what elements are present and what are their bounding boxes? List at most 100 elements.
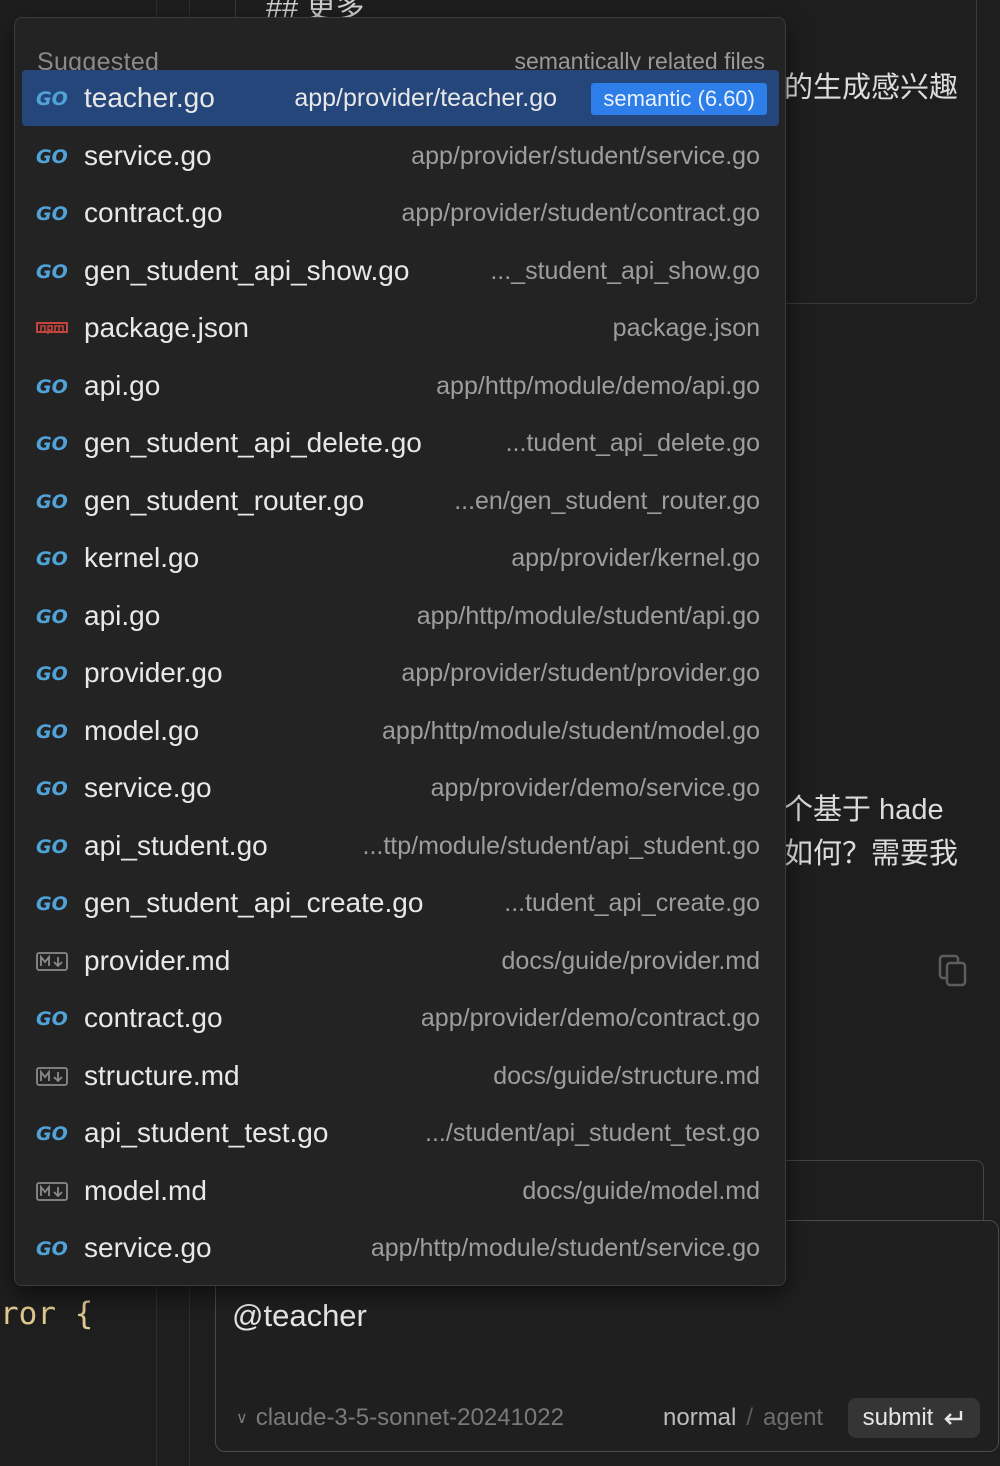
file-path: app/provider/student/service.go [411, 141, 760, 170]
suggestion-item[interactable]: GO teacher.go app/provider/teacher.go seman… [22, 70, 779, 126]
file-path: .../student/api_student_test.go [425, 1119, 760, 1147]
svg-text:GO: GO [36, 261, 68, 283]
suggestion-item[interactable]: GO api.go app/http/module/student/api.go [22, 588, 779, 644]
suggestion-item[interactable]: GO api_student.go ...ttp/module/student/ap… [22, 818, 779, 874]
go-icon: GO [36, 1235, 70, 1261]
mode-separator: / [746, 1404, 754, 1431]
suggestion-item[interactable]: structure.md docs/guide/structure.md [22, 1048, 779, 1104]
file-path: ...en/gen_student_router.go [454, 486, 760, 515]
svg-text:GO: GO [36, 1238, 68, 1260]
go-icon: GO [36, 1120, 70, 1146]
file-name: gen_student_api_show.go [84, 254, 410, 286]
model-selector[interactable]: ∨ claude-3-5-sonnet-20241022 [236, 1404, 564, 1432]
mode-toggle[interactable]: normal / agent [663, 1404, 823, 1432]
svg-text:GO: GO [36, 721, 68, 743]
file-name: service.go [84, 139, 212, 171]
file-name: package.json [84, 312, 250, 343]
go-icon: GO [36, 718, 70, 744]
submit-button[interactable]: submit [848, 1398, 980, 1438]
svg-text:GO: GO [36, 1123, 68, 1145]
file-name: gen_student_api_delete.go [84, 427, 422, 458]
npm-icon [36, 315, 70, 341]
go-icon: GO [36, 143, 70, 169]
svg-text:GO: GO [36, 88, 68, 110]
mode-agent-option[interactable]: agent [763, 1404, 823, 1432]
file-path: app/http/module/student/api.go [416, 601, 760, 630]
go-icon: GO [36, 1005, 70, 1031]
file-path: ...tudent_api_delete.go [505, 429, 760, 457]
file-path: package.json [612, 314, 760, 342]
file-name: api.go [84, 369, 161, 401]
semantic-score-badge: semantic (6.60) [591, 83, 767, 115]
svg-text:GO: GO [36, 893, 68, 915]
response-text-line: 如何？需要我 [784, 838, 959, 870]
file-path: app/provider/demo/service.go [430, 774, 760, 802]
file-path: docs/guide/model.md [522, 1176, 760, 1205]
copy-icon[interactable] [938, 954, 968, 988]
file-name: kernel.go [84, 542, 200, 573]
go-icon: GO [36, 488, 70, 514]
file-name: structure.md [84, 1059, 240, 1091]
file-name: api_student_test.go [84, 1117, 329, 1148]
suggestion-item[interactable]: package.json package.json [22, 300, 779, 356]
suggestion-item[interactable]: GO gen_student_api_delete.go ...tudent_api… [22, 415, 779, 471]
go-icon: GO [36, 775, 70, 801]
svg-text:GO: GO [36, 146, 68, 168]
file-name: provider.go [84, 657, 223, 688]
svg-text:GO: GO [36, 491, 68, 513]
file-name: teacher.go [84, 82, 215, 113]
svg-text:GO: GO [36, 433, 68, 455]
model-name: claude-3-5-sonnet-20241022 [255, 1404, 564, 1431]
file-name: api_student.go [84, 829, 268, 861]
suggestion-item[interactable]: GO service.go app/provider/demo/service.go [22, 760, 779, 816]
suggestion-item[interactable]: GO provider.go app/provider/student/provid… [22, 645, 779, 701]
response-text-line: 个基于 hade [784, 794, 944, 826]
suggestion-item[interactable]: GO api_student_test.go .../student/api_stu… [22, 1105, 779, 1161]
suggestion-item[interactable]: GO model.go app/http/module/student/model.… [22, 703, 779, 759]
suggestion-item[interactable]: model.md docs/guide/model.md [22, 1163, 779, 1219]
file-name: service.go [84, 1232, 212, 1263]
svg-text:GO: GO [36, 548, 68, 570]
go-icon: GO [36, 373, 70, 399]
go-icon: GO [36, 430, 70, 456]
file-path: app/provider/demo/contract.go [420, 1004, 760, 1032]
file-path: app/http/module/student/model.go [381, 716, 760, 745]
file-path: app/http/module/student/service.go [370, 1234, 760, 1262]
suggestion-item[interactable]: GO gen_student_api_create.go ...tudent_api… [22, 875, 779, 931]
code-fragment-text: ror { [0, 1296, 94, 1332]
file-path: docs/guide/structure.md [493, 1061, 760, 1090]
svg-text:GO: GO [36, 376, 68, 398]
svg-text:GO: GO [36, 606, 68, 628]
suggestion-item[interactable]: GO contract.go app/provider/demo/contract.… [22, 990, 779, 1046]
go-icon: GO [36, 545, 70, 571]
markdown-icon [36, 948, 70, 974]
markdown-icon [36, 1063, 70, 1089]
file-name: api.go [84, 599, 161, 631]
file-path: docs/guide/provider.md [501, 946, 760, 975]
file-name: provider.md [84, 944, 231, 976]
file-name: gen_student_api_create.go [84, 887, 424, 918]
svg-text:GO: GO [36, 663, 68, 685]
go-icon: GO [36, 890, 70, 916]
file-path: ...ttp/module/student/api_student.go [362, 831, 761, 860]
suggestion-item[interactable]: GO api.go app/http/module/demo/api.go [22, 358, 779, 414]
markdown-icon [36, 1178, 70, 1204]
suggestion-item[interactable]: GO kernel.go app/provider/kernel.go [22, 530, 779, 586]
suggestion-item[interactable]: provider.md docs/guide/provider.md [22, 933, 779, 989]
response-text-line: 的生成感兴趣 [784, 72, 959, 104]
go-icon: GO [36, 660, 70, 686]
go-icon: GO [36, 85, 70, 111]
file-name: model.md [84, 1174, 207, 1206]
code-fragment: ror { [0, 1296, 93, 1332]
chat-input-text[interactable]: @teacher [232, 1298, 367, 1334]
suggestion-item[interactable]: GO contract.go app/provider/student/contra… [22, 185, 779, 241]
file-suggestion-popup: Suggested semantically related files GO t… [14, 17, 786, 1286]
mode-normal-option[interactable]: normal [663, 1404, 736, 1432]
go-icon: GO [36, 833, 70, 859]
suggestion-item[interactable]: GO service.go app/provider/student/service… [22, 128, 779, 184]
suggestion-item[interactable]: GO gen_student_api_show.go ..._student_api… [22, 243, 779, 299]
suggestion-item[interactable]: GO gen_student_router.go ...en/gen_student… [22, 473, 779, 529]
file-path: app/provider/kernel.go [511, 544, 760, 572]
suggestion-item[interactable]: GO service.go app/http/module/student/serv… [22, 1220, 779, 1276]
file-name: contract.go [84, 1002, 223, 1033]
